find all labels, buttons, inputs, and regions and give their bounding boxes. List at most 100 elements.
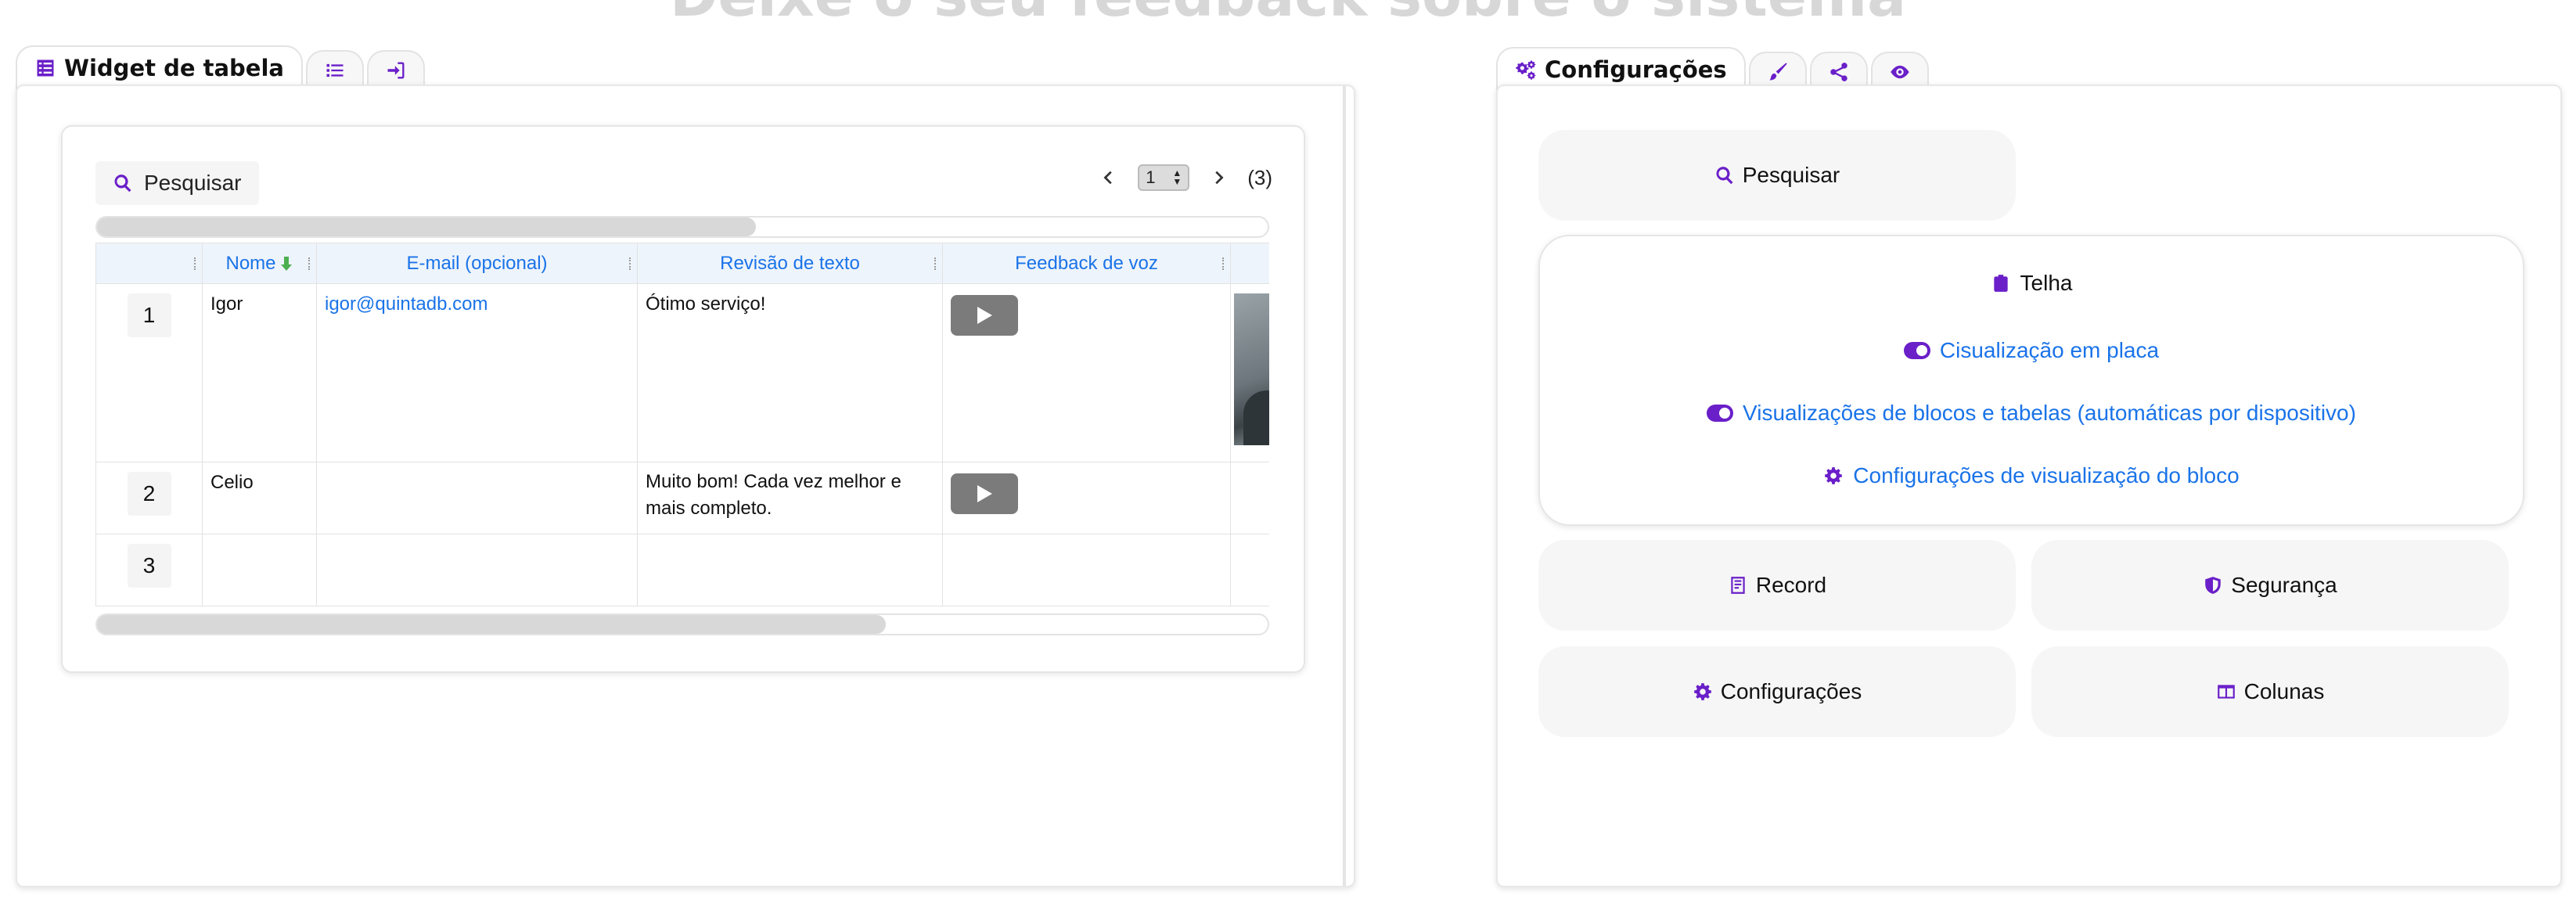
colunas-label: Colunas	[2243, 679, 2325, 703]
cell-revisao[interactable]	[637, 534, 943, 606]
settings-search-button[interactable]: Pesquisar	[1538, 130, 2016, 221]
play-icon	[977, 307, 992, 324]
cell-voice	[942, 462, 1231, 534]
header-rownum	[95, 243, 203, 284]
table-row[interactable]: 2 Celio Muito bom! Cada vez melhor e mai…	[95, 462, 1269, 534]
telha-option-block-settings[interactable]: Configurações de visualização do bloco	[1540, 463, 2523, 488]
telha-section: Telha Cisualização em placa Visualizaçõe…	[1538, 235, 2524, 526]
row-number: 1	[95, 283, 203, 462]
current-page: 1	[1146, 167, 1156, 187]
page-select[interactable]: 1 ▲ ▼	[1138, 164, 1190, 191]
cell-image	[1230, 534, 1269, 606]
column-resize-handle[interactable]	[629, 257, 632, 270]
gear-icon	[1825, 467, 1843, 484]
play-button[interactable]	[951, 473, 1018, 514]
data-grid: Nome E-mail (opcional) Revisão de texto …	[95, 243, 1269, 607]
cell-email[interactable]	[316, 534, 638, 606]
header-nome[interactable]: Nome	[202, 243, 317, 284]
sort-down-icon	[280, 257, 292, 272]
select-arrows-icon: ▲ ▼	[1172, 167, 1182, 187]
column-resize-handle[interactable]	[194, 257, 197, 270]
row-number-label: 2	[127, 472, 171, 516]
seguranca-button[interactable]: Segurança	[2031, 540, 2509, 631]
cell-revisao[interactable]: Ótimo serviço!	[637, 283, 943, 462]
column-resize-handle[interactable]	[934, 257, 937, 270]
play-button[interactable]	[951, 295, 1018, 336]
brush-icon	[1769, 63, 1787, 81]
telha-title-label: Telha	[2020, 271, 2073, 295]
block-settings-label: Configurações de visualização do bloco	[1853, 463, 2240, 487]
table-row[interactable]: 1 Igor igor@quintadb.com Ótimo serviço!	[95, 283, 1269, 462]
toggle-on-icon[interactable]	[1903, 342, 1930, 359]
table-row[interactable]: 3	[95, 534, 1269, 606]
header-nome-label: Nome	[225, 252, 276, 274]
cell-revisao[interactable]: Muito bom! Cada vez melhor e mais comple…	[637, 462, 943, 534]
search-label: Pesquisar	[144, 171, 242, 195]
panel-scrollbar[interactable]	[1343, 86, 1346, 886]
gear-icon	[1693, 683, 1711, 700]
record-count: (3)	[1247, 165, 1272, 189]
row-number-label: 3	[127, 544, 171, 588]
telha-title[interactable]: Telha	[1540, 271, 2523, 296]
card-view-label: Cisualização em placa	[1939, 338, 2160, 362]
cell-nome[interactable]: Celio	[202, 462, 317, 534]
column-resize-handle[interactable]	[308, 257, 311, 270]
tab-list[interactable]	[305, 50, 364, 89]
row-number: 2	[95, 462, 203, 534]
sign-in-icon	[387, 62, 405, 79]
header-revisao-label: Revisão de texto	[720, 252, 860, 274]
image-thumbnail[interactable]	[1234, 293, 1269, 445]
table-list-icon	[37, 59, 54, 77]
header-revisao[interactable]: Revisão de texto	[637, 243, 943, 284]
cell-nome[interactable]	[202, 534, 317, 606]
prev-page-icon[interactable]	[1100, 169, 1117, 186]
eye-icon	[1891, 65, 1909, 79]
configuracoes-button[interactable]: Configurações	[1538, 646, 2016, 737]
record-form-icon	[1731, 577, 1745, 594]
shield-icon	[2205, 577, 2222, 594]
settings-search-label: Pesquisar	[1742, 163, 1840, 187]
email-link[interactable]: igor@quintadb.com	[325, 293, 487, 315]
left-tabbar: Widget de tabela	[16, 45, 425, 89]
tab-sign-in[interactable]	[366, 50, 425, 89]
next-page-icon[interactable]	[1210, 169, 1227, 186]
header-extra	[1230, 243, 1269, 284]
toggle-on-icon[interactable]	[1707, 405, 1734, 422]
columns-icon	[2217, 685, 2235, 699]
search-icon	[1716, 167, 1733, 185]
cell-voice	[942, 534, 1231, 606]
play-icon	[977, 485, 992, 502]
top-horizontal-scrollbar[interactable]	[95, 216, 1269, 238]
column-resize-handle[interactable]	[1222, 257, 1225, 270]
cell-image[interactable]	[1230, 283, 1269, 462]
cell-email[interactable]: igor@quintadb.com	[316, 283, 638, 462]
scrollbar-thumb[interactable]	[97, 615, 886, 634]
colunas-button[interactable]: Colunas	[2031, 646, 2509, 737]
row-number: 3	[95, 534, 203, 606]
telha-option-auto-view[interactable]: Visualizações de blocos e tabelas (autom…	[1540, 401, 2523, 426]
record-label: Record	[1755, 573, 1827, 597]
cell-nome[interactable]: Igor	[202, 283, 317, 462]
record-button[interactable]: Record	[1538, 540, 2016, 631]
header-voice[interactable]: Feedback de voz	[942, 243, 1231, 284]
row-number-label: 1	[127, 293, 171, 337]
clipboard-icon	[1993, 275, 2008, 292]
bottom-horizontal-scrollbar[interactable]	[95, 613, 1269, 635]
cell-email[interactable]	[316, 462, 638, 534]
scrollbar-thumb[interactable]	[97, 218, 756, 236]
settings-panel: Pesquisar Telha Cisualização em placa Vi…	[1496, 85, 2562, 887]
table-widget-panel: Pesquisar 1 ▲ ▼ (3) Nome E-mail (opciona…	[16, 85, 1355, 887]
page-title: Deixe o seu feedback sobre o sistema	[0, 0, 2576, 30]
table-search-button[interactable]: Pesquisar	[95, 161, 259, 205]
cell-image	[1230, 462, 1269, 534]
tab-table-widget[interactable]: Widget de tabela	[16, 45, 303, 89]
pager: 1 ▲ ▼ (3)	[1100, 164, 1272, 191]
cell-voice	[942, 283, 1231, 462]
tab-table-widget-label: Widget de tabela	[64, 55, 284, 81]
search-icon	[114, 174, 131, 192]
header-email[interactable]: E-mail (opcional)	[316, 243, 638, 284]
telha-option-card-view[interactable]: Cisualização em placa	[1540, 338, 2523, 363]
auto-view-label: Visualizações de blocos e tabelas (autom…	[1743, 401, 2356, 425]
header-voice-label: Feedback de voz	[1015, 252, 1158, 274]
configuracoes-label: Configurações	[1720, 679, 1862, 703]
